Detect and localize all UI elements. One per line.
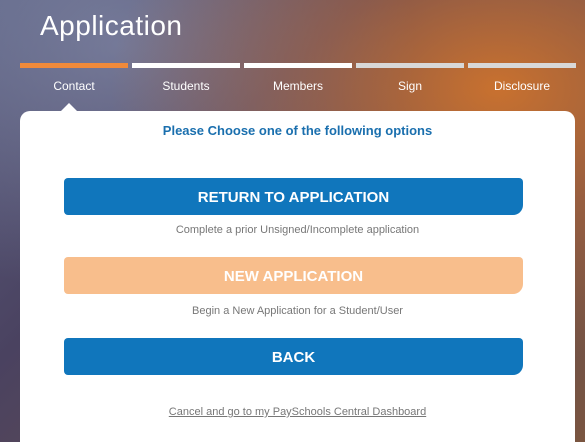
step-sign[interactable]: Sign bbox=[356, 63, 468, 103]
step-members[interactable]: Members bbox=[244, 63, 356, 103]
step-contact[interactable]: Contact bbox=[20, 63, 132, 103]
step-students[interactable]: Students bbox=[132, 63, 244, 103]
new-application-hint: Begin a New Application for a Student/Us… bbox=[192, 305, 403, 317]
step-bar bbox=[468, 63, 576, 68]
back-button[interactable]: BACK bbox=[64, 338, 523, 375]
return-to-application-button[interactable]: RETURN TO APPLICATION bbox=[64, 178, 523, 215]
step-bar bbox=[132, 63, 240, 68]
step-label: Disclosure bbox=[493, 79, 550, 93]
page-title: Application bbox=[40, 10, 183, 41]
new-application-button[interactable]: NEW APPLICATION bbox=[64, 257, 523, 294]
application-wizard: Application Contact Students Members Sig… bbox=[0, 0, 585, 442]
step-progress: Contact Students Members Sign Disclosure bbox=[20, 63, 580, 103]
step-label: Sign bbox=[397, 79, 423, 93]
step-disclosure[interactable]: Disclosure bbox=[468, 63, 580, 103]
step-bar bbox=[244, 63, 352, 68]
cancel-dashboard-link[interactable]: Cancel and go to my PaySchools Central D… bbox=[20, 406, 575, 418]
options-prompt: Please Choose one of the following optio… bbox=[162, 123, 433, 138]
return-to-application-hint: Complete a prior Unsigned/Incomplete app… bbox=[175, 224, 420, 236]
step-bar bbox=[20, 63, 128, 68]
step-label: Contact bbox=[53, 79, 95, 93]
step-label: Students bbox=[162, 79, 210, 93]
step-label: Members bbox=[272, 79, 323, 93]
options-card: Please Choose one of the following optio… bbox=[20, 111, 575, 442]
step-bar bbox=[356, 63, 464, 68]
